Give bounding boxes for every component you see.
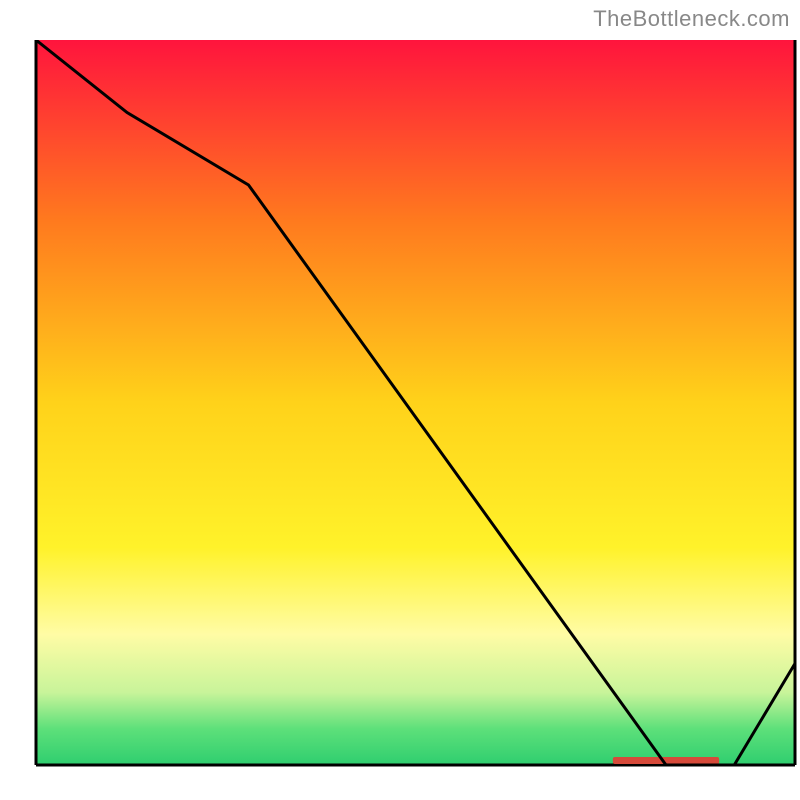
bottleneck-chart (0, 0, 800, 800)
watermark-label: TheBottleneck.com (593, 6, 790, 32)
plot-background (36, 40, 795, 765)
chart-container: TheBottleneck.com (0, 0, 800, 800)
